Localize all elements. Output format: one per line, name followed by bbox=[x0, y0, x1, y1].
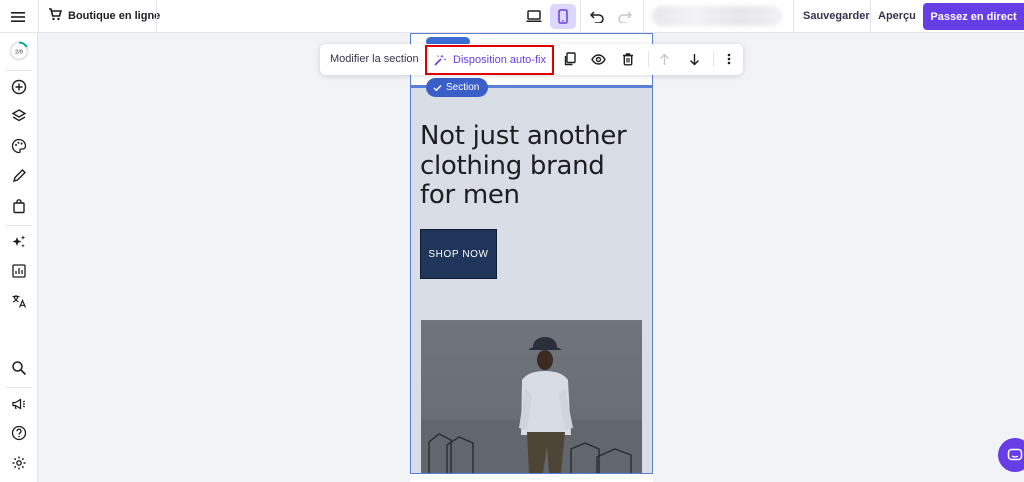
divider bbox=[870, 0, 871, 33]
pencil-icon[interactable] bbox=[9, 166, 29, 186]
megaphone-icon[interactable] bbox=[9, 394, 29, 414]
progress-indicator[interactable]: 2/9 bbox=[9, 41, 29, 61]
chat-support-button[interactable] bbox=[998, 438, 1024, 472]
divider bbox=[38, 0, 39, 33]
divider bbox=[156, 0, 157, 33]
divider bbox=[6, 387, 32, 388]
man-with-chairs-image bbox=[421, 337, 642, 473]
help-icon[interactable] bbox=[9, 423, 29, 443]
more-options-icon[interactable] bbox=[719, 50, 739, 68]
left-sidebar: 2/9 bbox=[0, 33, 38, 482]
save-button[interactable]: Sauvegarder bbox=[803, 10, 870, 22]
settings-gear-icon[interactable] bbox=[9, 453, 29, 473]
autofix-layout-button[interactable]: Disposition auto-fix bbox=[425, 45, 554, 75]
visibility-eye-icon[interactable] bbox=[588, 50, 608, 68]
analytics-icon[interactable] bbox=[9, 261, 29, 281]
autofix-label: Disposition auto-fix bbox=[453, 54, 546, 66]
duplicate-icon[interactable] bbox=[559, 50, 579, 68]
desktop-view-button[interactable] bbox=[521, 4, 547, 29]
edit-section-button[interactable]: Modifier la section bbox=[330, 53, 419, 65]
hero-heading[interactable]: Not just another clothing brand for men bbox=[420, 121, 645, 211]
redo-icon[interactable] bbox=[612, 4, 638, 29]
ai-sparkle-icon[interactable] bbox=[9, 232, 29, 252]
divider bbox=[6, 70, 32, 71]
menu-icon[interactable] bbox=[7, 6, 29, 28]
progress-text: 2/9 bbox=[15, 49, 23, 55]
chat-icon bbox=[1007, 448, 1023, 460]
shop-now-button[interactable]: SHOP NOW bbox=[420, 229, 497, 279]
go-live-button[interactable]: Passez en direct bbox=[923, 3, 1024, 30]
add-element-icon[interactable] bbox=[9, 77, 29, 97]
mobile-view-button[interactable] bbox=[550, 4, 576, 29]
divider bbox=[580, 0, 581, 33]
divider bbox=[793, 0, 794, 33]
top-bar: Boutique en ligne Sauvegarder Aperçu Pas… bbox=[0, 0, 1024, 33]
move-up-arrow-icon[interactable] bbox=[654, 50, 674, 68]
blurred-domain bbox=[652, 6, 782, 26]
store-selector[interactable]: Boutique en ligne bbox=[48, 8, 160, 24]
palette-icon[interactable] bbox=[9, 136, 29, 156]
divider bbox=[643, 0, 644, 33]
delete-trash-icon[interactable] bbox=[618, 50, 638, 68]
check-icon bbox=[433, 84, 442, 91]
divider bbox=[713, 51, 714, 67]
search-icon[interactable] bbox=[9, 358, 29, 378]
store-name: Boutique en ligne bbox=[68, 10, 161, 22]
divider bbox=[6, 225, 32, 226]
layers-icon[interactable] bbox=[9, 106, 29, 126]
hero-image[interactable] bbox=[421, 320, 642, 473]
translate-icon[interactable] bbox=[9, 291, 29, 311]
move-down-arrow-icon[interactable] bbox=[684, 50, 704, 68]
section-tag[interactable]: Section bbox=[426, 78, 489, 97]
preview-button[interactable]: Aperçu bbox=[878, 10, 916, 22]
section-tag-label: Section bbox=[446, 82, 480, 93]
shopping-bag-icon[interactable] bbox=[9, 196, 29, 216]
divider bbox=[648, 51, 649, 67]
cart-icon bbox=[48, 8, 62, 24]
magic-wand-icon bbox=[434, 54, 447, 66]
undo-icon[interactable] bbox=[584, 4, 610, 29]
